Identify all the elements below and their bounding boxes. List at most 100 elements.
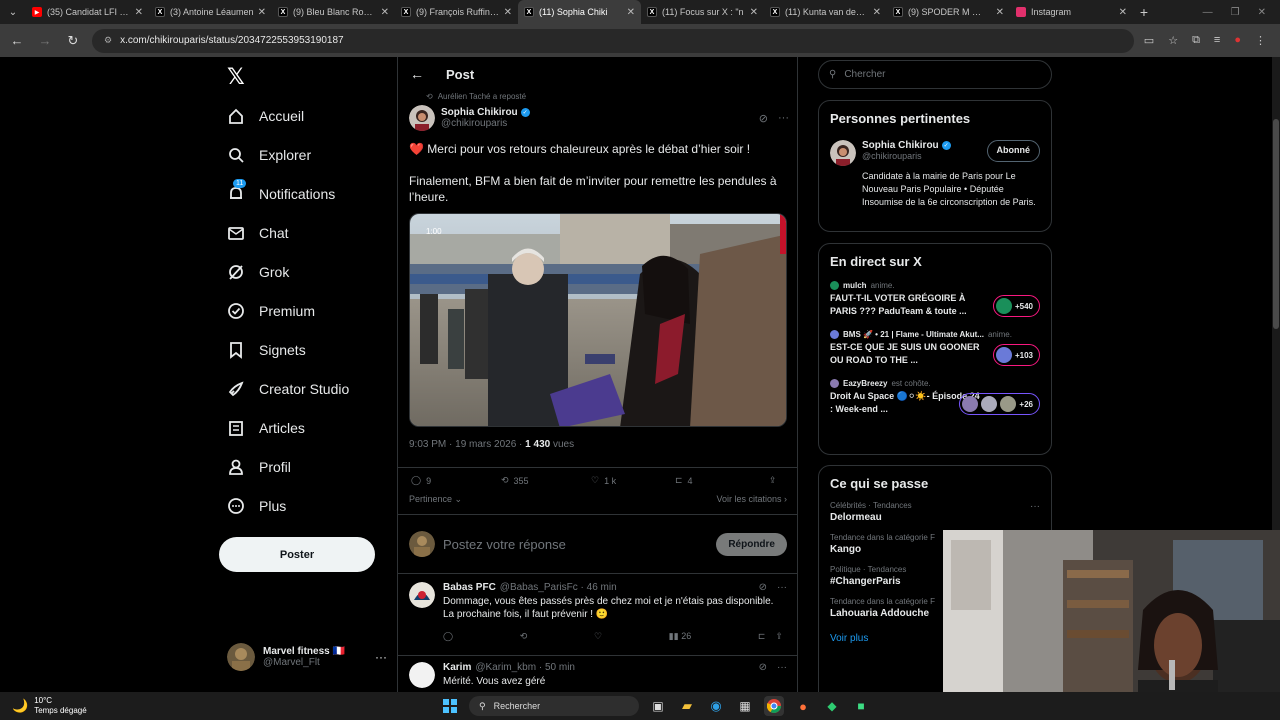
browser-tab[interactable]: X (11) Focus sur X : "n ✕ xyxy=(641,0,764,24)
listener-pill[interactable]: +26 xyxy=(959,393,1040,415)
listener-pill[interactable]: +103 xyxy=(992,344,1040,366)
quotes-link[interactable]: Voir les citations › xyxy=(716,494,787,505)
sort-dropdown[interactable]: Pertinence ⌄ xyxy=(409,494,462,505)
weather-widget[interactable]: 🌙 10°C Temps dégagé xyxy=(0,696,200,716)
more-icon[interactable]: ··· xyxy=(778,112,789,125)
forward-icon[interactable]: → xyxy=(36,33,54,48)
nav-item-signets[interactable]: Signets xyxy=(227,338,306,362)
windows-start-icon[interactable] xyxy=(440,696,460,716)
close-tab-icon[interactable]: ✕ xyxy=(381,7,389,18)
commenter-name[interactable]: Karim xyxy=(443,662,471,673)
nav-item-articles[interactable]: Articles xyxy=(227,416,305,440)
bookmark-button[interactable]: ⊏ 4 xyxy=(675,475,769,486)
heart-icon[interactable]: ♡ xyxy=(594,631,602,642)
nav-item-grok[interactable]: Grok xyxy=(227,260,289,284)
post-button[interactable]: Poster xyxy=(219,537,375,572)
app-icon[interactable]: ■ xyxy=(851,696,871,716)
grok-icon[interactable]: ⊘ xyxy=(759,112,768,125)
repost-button[interactable]: ⟲ 355 xyxy=(501,475,591,486)
close-window-icon[interactable]: ✕ xyxy=(1258,7,1266,18)
commenter-handle[interactable]: @Babas_ParisFc · 46 min xyxy=(500,582,617,593)
nav-item-creator-studio[interactable]: Creator Studio xyxy=(227,377,349,401)
reply-item[interactable]: Karim @Karim_kbm · 50 min ⊘ ··· Mérité. V… xyxy=(398,654,797,692)
browser-tab[interactable]: X (9) Bleu Blanc Rouge ✕ xyxy=(272,0,395,24)
browser-tab[interactable]: X (11) Sophia Chiki ✕ xyxy=(518,0,641,24)
trend-item[interactable]: Célébrités · Tendances Delormeau ··· xyxy=(830,501,1040,523)
scrollbar-thumb[interactable] xyxy=(1273,119,1279,329)
live-space-item[interactable]: EazyBreezy est cohôte. Droit Au Space 🔵⚪☀️… xyxy=(830,379,1040,416)
share-button[interactable]: ⇪ xyxy=(769,475,777,486)
grok-icon[interactable]: ⊘ xyxy=(759,582,767,593)
share-icon[interactable]: ⇪ xyxy=(775,631,783,641)
browser-tab[interactable]: X (11) Kunta van den K ✕ xyxy=(764,0,887,24)
reload-icon[interactable]: ↻ xyxy=(64,33,82,49)
menu-icon[interactable]: ⋮ xyxy=(1255,34,1266,47)
grok-icon[interactable]: ⊘ xyxy=(759,662,767,673)
person-avatar[interactable] xyxy=(830,140,856,166)
person-handle[interactable]: @chikirouparis xyxy=(862,151,951,161)
task-view-icon[interactable]: ▣ xyxy=(648,696,668,716)
nav-item-profil[interactable]: Profil xyxy=(227,455,291,479)
repost-text[interactable]: Aurélien Taché a reposté xyxy=(438,92,526,101)
nav-item-accueil[interactable]: Accueil xyxy=(227,104,304,128)
close-tab-icon[interactable]: ✕ xyxy=(996,7,1004,18)
search-input[interactable]: ⚲ Chercher xyxy=(818,60,1052,89)
cast-icon[interactable]: ▭ xyxy=(1144,34,1154,47)
account-switcher[interactable]: Marvel fitness 🇫🇷 @Marvel_Flt ··· xyxy=(227,643,387,671)
file-explorer-icon[interactable]: ▰ xyxy=(677,696,697,716)
more-icon[interactable]: ··· xyxy=(375,650,387,664)
commenter-name[interactable]: Babas PFC xyxy=(443,582,496,593)
new-tab-button[interactable]: + xyxy=(1133,4,1155,20)
listener-pill[interactable]: +540 xyxy=(992,295,1040,317)
app-icon[interactable]: ◆ xyxy=(822,696,842,716)
close-tab-icon[interactable]: ✕ xyxy=(627,7,635,18)
nav-item-premium[interactable]: Premium xyxy=(227,299,315,323)
restore-icon[interactable]: ❐ xyxy=(1231,7,1240,18)
url-field[interactable]: ⚙ x.com/chikirouparis/status/20347225539… xyxy=(92,28,1134,53)
reply-item[interactable]: Babas PFC @Babas_ParisFc · 46 min ⊘ ··· D… xyxy=(398,574,797,656)
browser-tab[interactable]: ▶ (35) Candidat LFI ant ✕ xyxy=(26,0,149,24)
back-arrow-icon[interactable]: ← xyxy=(410,66,424,82)
taskbar-search[interactable]: ⚲ Rechercher xyxy=(469,696,639,716)
browser-tab[interactable]: X (9) François Ruffin su ✕ xyxy=(395,0,518,24)
author-avatar[interactable] xyxy=(409,105,435,131)
live-space-item[interactable]: mulch anime. FAUT-T-IL VOTER GRÉGOIRE À PA… xyxy=(830,281,1040,318)
close-tab-icon[interactable]: ✕ xyxy=(504,7,512,18)
like-button[interactable]: ♡ 1 k xyxy=(591,475,675,486)
repost-icon[interactable]: ⟲ xyxy=(520,631,528,642)
reply-button[interactable]: ◯ 9 xyxy=(411,475,501,486)
commenter-handle[interactable]: @Karim_kbm · 50 min xyxy=(475,662,575,673)
browser-tab[interactable]: X (3) Antoine Léaumen ✕ xyxy=(149,0,272,24)
close-tab-icon[interactable]: ✕ xyxy=(135,7,143,18)
nav-item-chat[interactable]: Chat xyxy=(227,221,289,245)
commenter-avatar[interactable] xyxy=(409,662,435,688)
nav-item-notifications[interactable]: 11 Notifications xyxy=(227,179,335,206)
close-tab-icon[interactable]: ✕ xyxy=(258,7,266,18)
store-icon[interactable]: ▦ xyxy=(735,696,755,716)
tweet-video[interactable]: 1:00 xyxy=(409,213,787,427)
close-tab-icon[interactable]: ✕ xyxy=(1119,7,1127,18)
nav-item-explorer[interactable]: Explorer xyxy=(227,143,311,167)
nav-item-plus[interactable]: Plus xyxy=(227,494,286,518)
following-button[interactable]: Abonné xyxy=(986,140,1040,162)
star-icon[interactable]: ☆ xyxy=(1168,34,1178,47)
firefox-icon[interactable]: ● xyxy=(793,696,813,716)
reply-icon[interactable]: ◯ xyxy=(443,631,453,642)
more-icon[interactable]: ··· xyxy=(1030,501,1040,512)
person-name[interactable]: Sophia Chikirou xyxy=(862,140,939,151)
minimize-icon[interactable]: — xyxy=(1203,7,1213,18)
browser-tab[interactable]: Instagram ✕ xyxy=(1010,0,1133,24)
person-row[interactable]: Sophia Chikirou ✓ @chikirouparis Abonné xyxy=(830,140,1040,166)
more-icon[interactable]: ··· xyxy=(777,662,787,673)
live-space-item[interactable]: BMS 🚀 • 21 | Flame - Ultimate Akut... ani… xyxy=(830,330,1040,367)
extensions-icon[interactable]: ⧉ xyxy=(1192,34,1200,47)
tweet-time[interactable]: 9:03 PM · 19 mars 2026 · xyxy=(409,439,525,450)
site-info-icon[interactable]: ⚙ xyxy=(104,35,112,46)
reply-submit-button[interactable]: Répondre xyxy=(716,532,787,556)
more-icon[interactable]: ··· xyxy=(777,582,787,593)
profile-icon[interactable]: ● xyxy=(1234,34,1241,47)
author-handle[interactable]: @chikirouparis xyxy=(441,118,530,129)
chrome-icon[interactable] xyxy=(764,696,784,716)
commenter-avatar[interactable] xyxy=(409,582,435,608)
reply-input[interactable]: Postez votre réponse xyxy=(443,537,708,552)
